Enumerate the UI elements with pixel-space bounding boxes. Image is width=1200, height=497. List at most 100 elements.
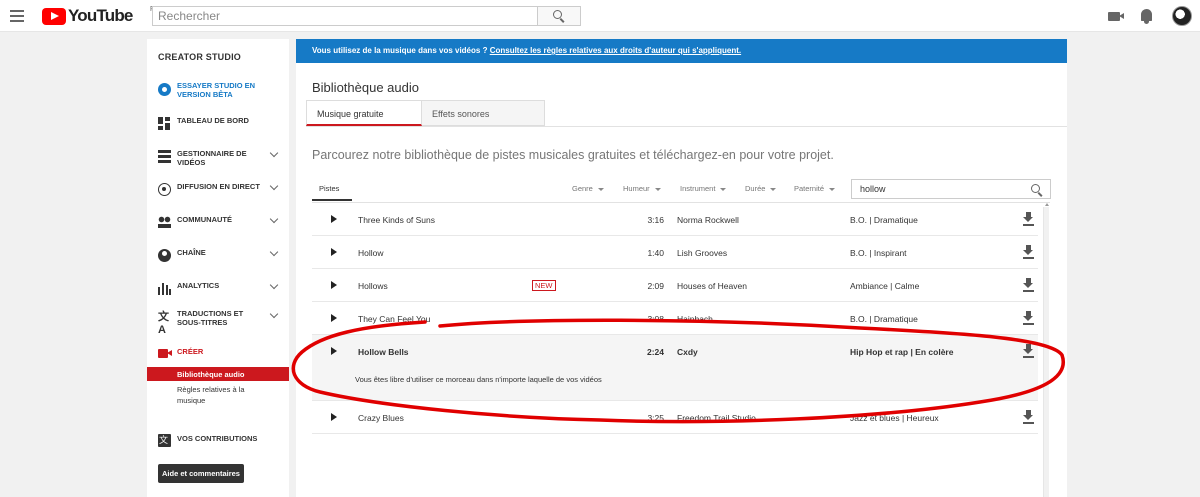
play-icon[interactable] <box>331 347 337 355</box>
youtube-play-icon <box>42 7 66 25</box>
track-license-note: Vous êtes libre d'utiliser ce morceau da… <box>355 375 602 384</box>
track-genre: B.O. | Inspirant <box>850 248 907 258</box>
banner-text: Vous utilisez de la musique dans vos vid… <box>312 46 488 55</box>
play-icon[interactable] <box>331 281 337 289</box>
download-icon-base <box>1023 257 1034 259</box>
sidebar-item-label: TABLEAU DE BORD <box>177 116 249 125</box>
search-button[interactable] <box>537 6 581 26</box>
filter-row: Pistes Genre Humeur Instrument Durée Pat… <box>312 179 1052 201</box>
sidebar-item-label: DIFFUSION EN DIRECT <box>177 182 260 191</box>
channel-icon <box>158 249 171 262</box>
track-row-expanded[interactable]: Hollow Bells 2:24 Cxdy Hip Hop et rap | … <box>312 335 1038 401</box>
create-icon <box>158 349 172 358</box>
track-genre: Hip Hop et rap | En colère <box>850 347 954 357</box>
play-icon[interactable] <box>331 215 337 223</box>
avatar[interactable] <box>1172 6 1192 26</box>
track-artist[interactable]: Lish Grooves <box>677 248 727 258</box>
filter-attribution[interactable]: Paternité <box>794 184 835 193</box>
filter-genre[interactable]: Genre <box>572 184 604 193</box>
track-duration: 3:25 <box>647 413 664 423</box>
track-artist[interactable]: Hainbach <box>677 314 713 324</box>
create-video-icon[interactable] <box>1108 12 1124 21</box>
search-icon[interactable] <box>1031 184 1040 193</box>
track-title: Crazy Blues <box>358 413 404 423</box>
track-row[interactable]: Three Kinds of Suns 3:16 Norma Rockwell … <box>312 203 1038 236</box>
download-icon-base <box>1023 323 1034 325</box>
menu-icon[interactable] <box>10 10 24 22</box>
track-row[interactable]: They Can Feel You 3:08 Hainbach B.O. | D… <box>312 302 1038 335</box>
sidebar-item-label: ESSAYER STUDIO EN VERSION BÊTA <box>177 81 256 99</box>
sidebar-item-community[interactable]: COMMUNAUTÉ <box>147 214 289 234</box>
track-title: Three Kinds of Suns <box>358 215 436 225</box>
gear-icon <box>158 83 171 96</box>
track-row[interactable]: Hollow 1:40 Lish Grooves B.O. | Inspiran… <box>312 236 1038 269</box>
sidebar-item-create[interactable]: CRÉER <box>147 345 289 365</box>
page-title: Bibliothèque audio <box>312 80 419 95</box>
youtube-logo[interactable]: YouTube FR <box>42 6 159 25</box>
new-badge: NEW <box>532 280 556 291</box>
sidebar-item-live[interactable]: DIFFUSION EN DIRECT <box>147 181 289 201</box>
scrollbar[interactable] <box>1043 203 1049 497</box>
analytics-icon <box>158 282 171 295</box>
download-icon-base <box>1023 422 1034 424</box>
sidebar-item-analytics[interactable]: ANALYTICS <box>147 280 289 300</box>
chevron-down-icon[interactable] <box>269 214 279 224</box>
sidebar-item-label: TRADUCTIONS ET SOUS-TITRES <box>177 309 244 327</box>
track-row[interactable]: Hollows NEW 2:09 Houses of Heaven Ambian… <box>312 269 1038 302</box>
track-artist[interactable]: Houses of Heaven <box>677 281 747 291</box>
intro-text: Parcourez notre bibliothèque de pistes m… <box>312 148 834 162</box>
filter-mood[interactable]: Humeur <box>623 184 661 193</box>
download-icon-base <box>1023 224 1034 226</box>
filter-instrument[interactable]: Instrument <box>680 184 726 193</box>
live-icon <box>158 183 171 196</box>
sidebar-item-channel[interactable]: CHAÎNE <box>147 247 289 267</box>
sidebar-item-studio-beta[interactable]: ESSAYER STUDIO EN VERSION BÊTA <box>147 81 289 101</box>
tab-free-music[interactable]: Musique gratuite <box>306 100 422 126</box>
play-icon[interactable] <box>331 314 337 322</box>
sidebar-subitem-audio-library[interactable]: Bibliothèque audio <box>147 367 289 381</box>
contributions-icon <box>158 434 171 447</box>
track-title: Hollow Bells <box>358 347 409 357</box>
tab-sound-effects[interactable]: Effets sonores <box>422 100 545 126</box>
community-icon <box>158 216 171 229</box>
chevron-down-icon[interactable] <box>269 148 279 158</box>
main-content: Vous utilisez de la musique dans vos vid… <box>296 39 1067 497</box>
dashboard-icon <box>158 117 171 130</box>
track-artist[interactable]: Norma Rockwell <box>677 215 739 225</box>
chevron-down-icon[interactable] <box>269 181 279 191</box>
track-title: Hollow <box>358 248 384 258</box>
download-icon-base <box>1023 290 1034 292</box>
track-artist[interactable]: Cxdy <box>677 347 698 357</box>
chevron-down-icon[interactable] <box>269 280 279 290</box>
sidebar-item-video-manager[interactable]: GESTIONNAIRE DE VIDÉOS <box>147 148 289 168</box>
chevron-down-icon[interactable] <box>269 309 279 319</box>
filter-duration[interactable]: Durée <box>745 184 776 193</box>
play-icon[interactable] <box>331 413 337 421</box>
track-duration: 2:09 <box>647 281 664 291</box>
track-title: Hollows <box>358 281 388 291</box>
sidebar-item-label: VOS CONTRIBUTIONS <box>177 434 258 443</box>
search-input[interactable]: Rechercher <box>152 6 538 26</box>
track-genre: B.O. | Dramatique <box>850 314 918 324</box>
tab-tracks[interactable]: Pistes <box>312 179 352 201</box>
sidebar-subitem-label: Bibliothèque audio <box>177 370 245 379</box>
help-feedback-button[interactable]: Aide et commentaires <box>158 464 244 483</box>
sidebar-item-translations[interactable]: 文A TRADUCTIONS ET SOUS-TITRES <box>147 309 289 336</box>
sidebar-item-contributions[interactable]: VOS CONTRIBUTIONS <box>147 432 289 452</box>
download-icon-base <box>1023 356 1034 358</box>
track-search-input[interactable]: hollow <box>851 179 1051 199</box>
notifications-icon[interactable] <box>1141 9 1152 24</box>
sidebar-item-label: CHAÎNE <box>177 248 206 257</box>
track-row[interactable]: Crazy Blues 3:25 Freedom Trail Studio Ja… <box>312 401 1038 434</box>
track-genre: B.O. | Dramatique <box>850 215 918 225</box>
sidebar-subitem-music-rules[interactable]: Règles relatives à la musique <box>177 384 267 406</box>
translate-icon: 文A <box>158 311 169 336</box>
play-icon[interactable] <box>331 248 337 256</box>
chevron-down-icon[interactable] <box>269 247 279 257</box>
video-manager-icon <box>158 150 171 163</box>
track-artist[interactable]: Freedom Trail Studio <box>677 413 756 423</box>
sidebar-item-dashboard[interactable]: TABLEAU DE BORD <box>147 115 289 135</box>
sidebar-item-label: ANALYTICS <box>177 281 220 290</box>
track-duration: 3:08 <box>647 314 664 324</box>
banner-link[interactable]: Consultez les règles relatives aux droit… <box>490 46 741 55</box>
